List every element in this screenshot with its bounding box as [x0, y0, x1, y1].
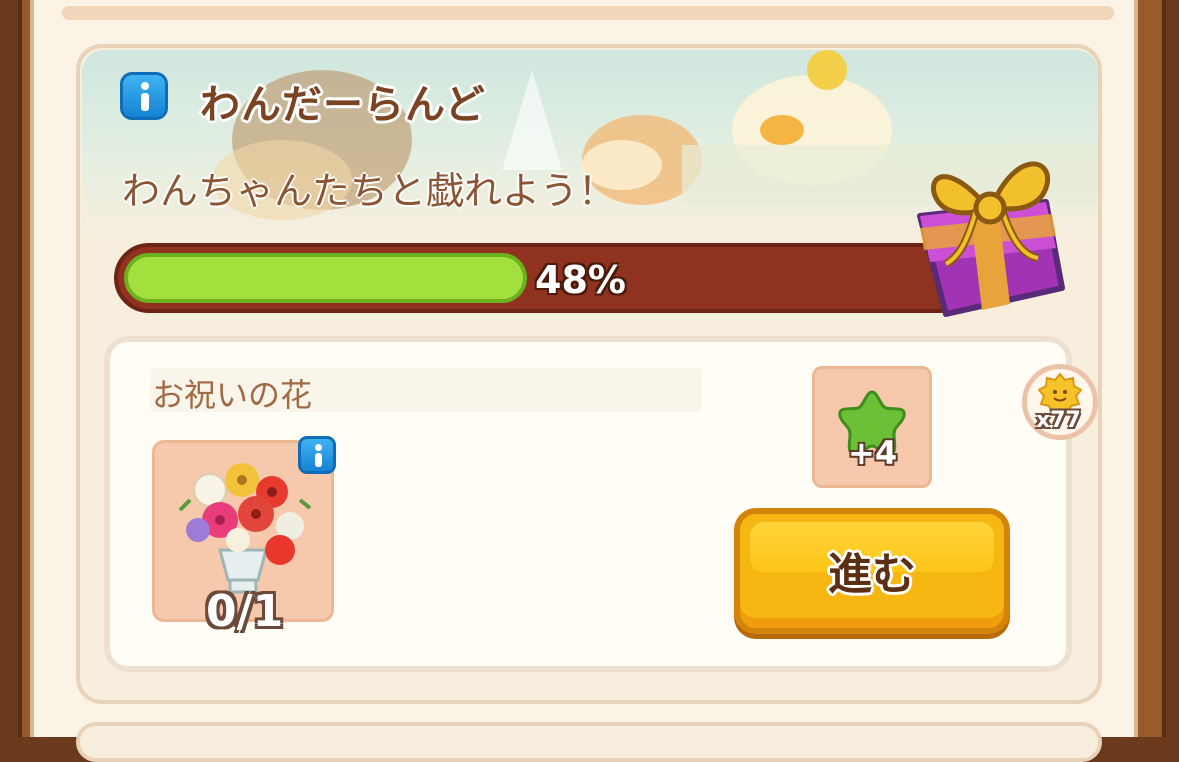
go-button[interactable]: 進む [734, 508, 1010, 634]
quest-name: お祝いの花 [152, 376, 313, 414]
next-event-card [76, 722, 1102, 762]
reward-amount: +4 [848, 434, 898, 472]
gift-box-icon[interactable] [906, 138, 1076, 328]
progress-fill [124, 253, 527, 303]
progress-percent: 48% [535, 258, 626, 302]
go-button-label: 進む [828, 549, 916, 600]
top-divider [62, 6, 1114, 20]
event-progress-bar: 48% [114, 243, 974, 313]
event-title: わんだーらんど [200, 82, 486, 128]
event-subtitle: わんちゃんたちと戯れよう！ [122, 169, 617, 213]
info-icon[interactable] [120, 72, 168, 120]
quest-item-count: 0/1 [206, 586, 284, 637]
item-info-icon[interactable] [298, 436, 336, 474]
coin-count: x77 [1036, 408, 1081, 433]
